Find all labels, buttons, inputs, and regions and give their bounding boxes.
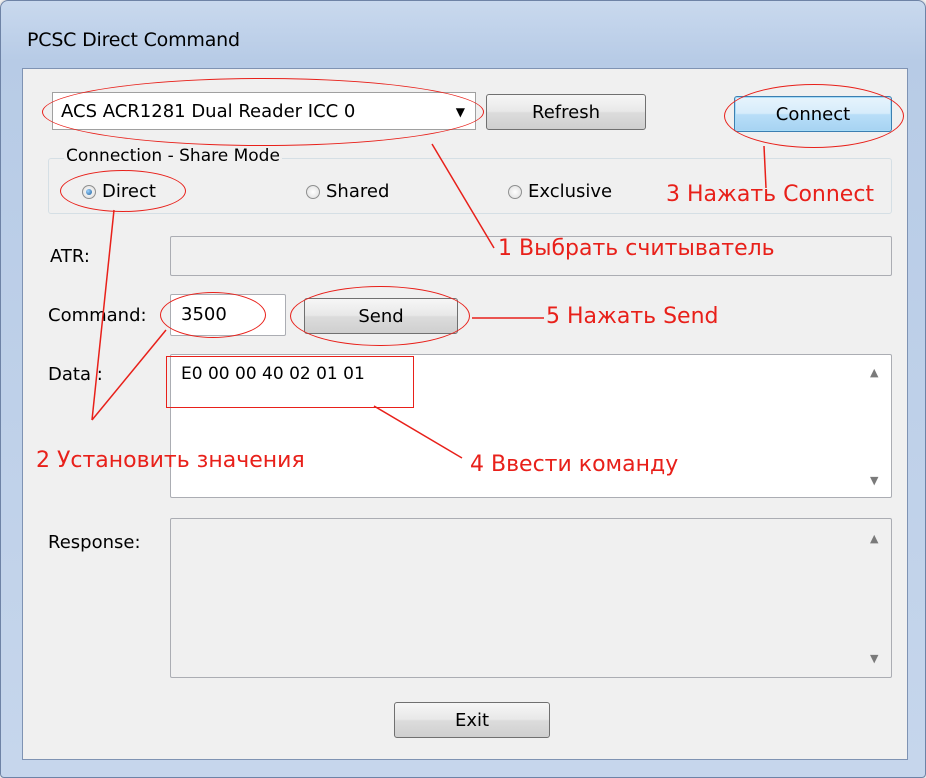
annotation-connector-lines — [91, 143, 767, 459]
annotation-step3: 3 Нажать Connect — [666, 182, 875, 207]
annotation-step1: 1 Выбрать считыватель — [498, 236, 775, 261]
annotation-step4: 4 Ввести команду — [470, 452, 679, 477]
annotation-step5: 5 Нажать Send — [546, 304, 719, 329]
connector-step4 — [373, 405, 463, 459]
connector-step2-direct — [91, 209, 115, 421]
connector-step1 — [431, 143, 495, 249]
connector-step2-command — [91, 329, 167, 421]
annotation-step2: 2 Установить значения — [36, 448, 305, 473]
